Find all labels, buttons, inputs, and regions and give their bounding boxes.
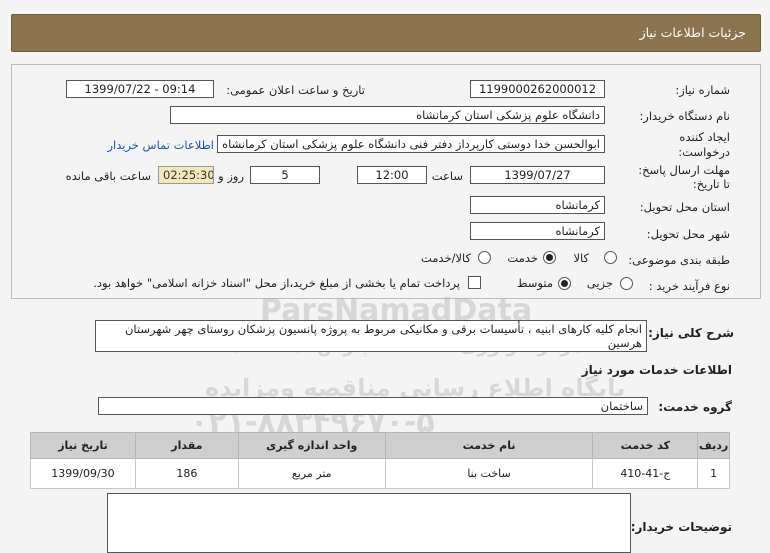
deadline-label-line1: مهلت ارسال پاسخ: [638, 163, 730, 177]
category-option-goods: کالا [573, 251, 589, 265]
service-group-field[interactable]: ساختمان [98, 397, 648, 415]
service-group-label: گروه خدمت: [658, 400, 732, 414]
category-radio-goods[interactable] [604, 251, 617, 264]
col-unit: واحد اندازه گیری [237, 432, 386, 459]
days-label: روز و [218, 169, 244, 183]
creator-field[interactable]: ابوالحسن خدا دوستی کارپرداز دفتر فنی دان… [217, 135, 605, 153]
page-header: جزئیات اطلاعات نیاز [11, 14, 761, 52]
process-option-medium: متوسط [516, 276, 553, 290]
col-need-date: تاریخ نیاز [30, 432, 136, 459]
cell-need-date: 1399/09/30 [30, 458, 136, 489]
services-table: ردیف کد خدمت نام خدمت واحد اندازه گیری م… [30, 432, 730, 489]
category-option-goods-service: کالا/خدمت [420, 251, 471, 265]
col-service-name: نام خدمت [384, 432, 594, 459]
table-header-row: ردیف کد خدمت نام خدمت واحد اندازه گیری م… [30, 432, 730, 459]
process-radio-medium[interactable] [558, 277, 571, 290]
treasury-payment-checkbox[interactable] [468, 276, 481, 289]
category-radio-goods-service[interactable] [478, 251, 491, 264]
announce-datetime-label: تاریخ و ساعت اعلان عمومی: [226, 83, 365, 97]
remaining-time-label: ساعت باقی مانده [65, 169, 151, 183]
deadline-time-label: ساعت [431, 169, 463, 183]
services-section-title: اطلاعات خدمات مورد نیاز [581, 363, 732, 377]
category-radio-service[interactable] [543, 251, 556, 264]
province-field[interactable]: کرمانشاه [470, 196, 605, 214]
need-summary-label: شرح کلی نیاز: [648, 326, 734, 340]
buyer-org-label: نام دستگاه خریدار: [639, 109, 730, 123]
page-title: جزئیات اطلاعات نیاز [639, 25, 746, 40]
buyer-notes-field[interactable] [107, 493, 631, 553]
cell-row-number: 1 [697, 458, 730, 489]
cell-unit: متر مربع [237, 458, 386, 489]
deadline-date-field[interactable]: 1399/07/27 [470, 166, 605, 184]
cell-service-name: ساخت بنا [384, 458, 594, 489]
deadline-label-line2: تا تاریخ: [692, 177, 730, 191]
city-field[interactable]: کرمانشاه [470, 222, 605, 240]
table-row[interactable]: 1 ج-41-410 ساخت بنا متر مربع 186 1399/09… [30, 458, 730, 489]
buyer-org-field[interactable]: دانشگاه علوم پزشکی استان کرمانشاه [170, 106, 605, 124]
category-option-service: خدمت [507, 251, 538, 265]
announce-datetime-field[interactable]: 1399/07/22 - 09:14 [66, 80, 214, 98]
buyer-notes-label: توضیحات خریدار: [630, 520, 732, 534]
need-number-label: شماره نیاز: [675, 83, 730, 97]
creator-label-line1: ایجاد کننده [679, 130, 730, 144]
treasury-payment-note: پرداخت تمام یا بخشی از مبلغ خرید،از محل … [93, 276, 460, 290]
remaining-time-field: 02:25:30 [158, 166, 214, 184]
process-radio-minor[interactable] [620, 277, 633, 290]
need-summary-text: انجام کلیه کارهای ابنیه ، تأسیسات برقی و… [95, 320, 647, 352]
col-row-number: ردیف [697, 432, 730, 459]
category-label: طبقه بندی موضوعی: [628, 253, 730, 267]
need-number-field[interactable]: 1199000262000012 [470, 80, 605, 98]
cell-quantity: 186 [134, 458, 239, 489]
province-label: استان محل تحویل: [639, 200, 730, 214]
buyer-contact-link[interactable]: اطلاعات تماس خریدار [107, 138, 214, 152]
cell-service-code: ج-41-410 [592, 458, 699, 489]
days-remaining-field[interactable]: 5 [250, 166, 320, 184]
creator-label-line2: درخواست: [678, 145, 730, 159]
city-label: شهر محل تحویل: [646, 227, 730, 241]
col-service-code: کد خدمت [592, 432, 699, 459]
process-label: نوع فرآیند خرید : [648, 279, 730, 293]
col-quantity: مقدار [134, 432, 239, 459]
deadline-time-field[interactable]: 12:00 [357, 166, 427, 184]
process-option-minor: جزیی [586, 276, 613, 290]
